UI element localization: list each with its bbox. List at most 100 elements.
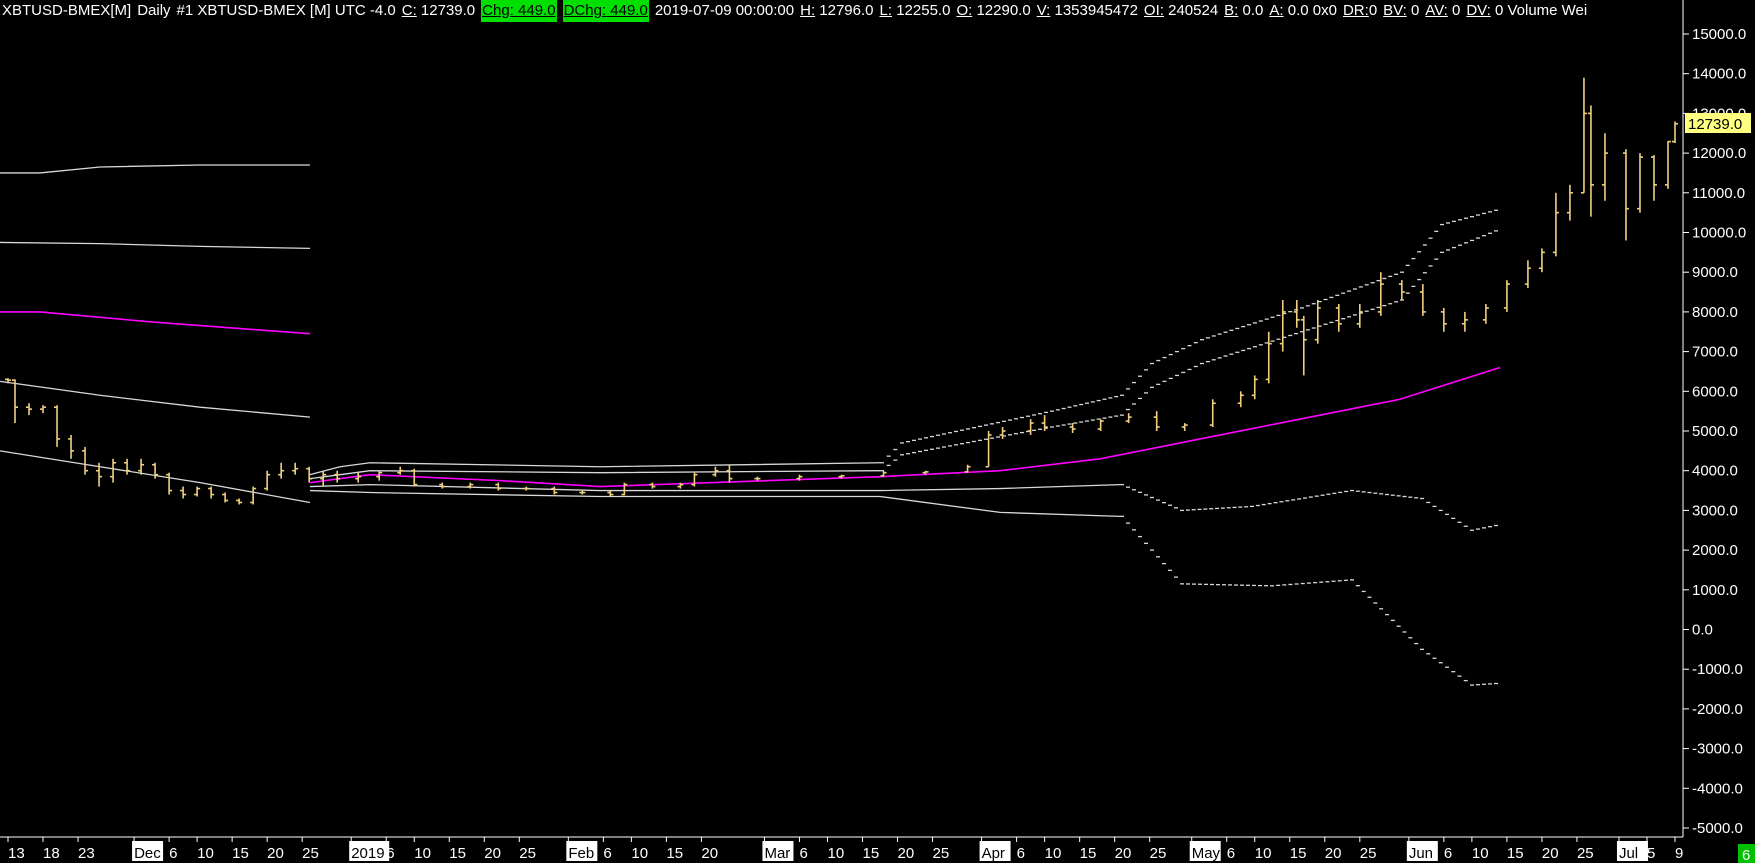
last-price-tag: 12739.0	[1685, 113, 1751, 133]
y-tick-label: 14000.0	[1692, 66, 1746, 83]
ohlc-bar	[68, 434, 75, 459]
last-price-tag-text: 12739.0	[1688, 116, 1742, 133]
x-tick-label: 23	[78, 845, 95, 862]
ohlc-bar	[1650, 155, 1657, 201]
ohlc-bar	[1027, 419, 1034, 435]
y-tick-label: 3000.0	[1692, 502, 1738, 519]
x-tick-label: 25	[1577, 845, 1594, 862]
x-tick-label: 6	[603, 845, 611, 862]
x-tick-label: 6	[1444, 845, 1452, 862]
ohlc-bar	[1552, 192, 1559, 257]
ohlc-bar	[355, 472, 362, 483]
ohlc-bar	[1265, 331, 1272, 384]
x-tick-label: 20	[701, 845, 718, 862]
x-tick-label: 20	[484, 845, 501, 862]
x-tick-label: 10	[1255, 845, 1272, 862]
ohlc-bar	[1279, 299, 1286, 352]
ohlc-bar	[1587, 105, 1594, 217]
x-tick-label: 2019	[351, 845, 384, 862]
left-band-line	[0, 241, 311, 250]
y-tick-label: 9000.0	[1692, 264, 1738, 281]
ohlc-bar	[1482, 303, 1489, 324]
ohlc-bar	[579, 490, 586, 495]
ohlc-bar	[1461, 311, 1468, 332]
x-tick-label: 10	[631, 845, 648, 862]
x-tick-label: 15	[1507, 845, 1524, 862]
y-tick-label: 15000.0	[1692, 26, 1746, 43]
x-tick-label: 15	[666, 845, 683, 862]
ohlc-bar	[1356, 303, 1363, 328]
x-tick-label: 13	[8, 845, 25, 862]
ohlc-bar	[1335, 303, 1342, 332]
ohlc-bar	[551, 486, 558, 495]
ohlc-bar	[334, 470, 341, 483]
ohlc-bar	[1293, 299, 1300, 328]
x-tick-label: 20	[267, 845, 284, 862]
ohlc-bar	[1181, 423, 1188, 431]
ohlc-bar	[1398, 280, 1405, 300]
x-tick-label: 20	[1115, 845, 1132, 862]
ohlc-bar	[236, 498, 243, 505]
ohlc-bar	[1538, 248, 1545, 273]
ohlc-bar	[278, 462, 285, 479]
x-tick-label: 20	[898, 845, 915, 862]
x-tick-label: Dec	[134, 845, 161, 862]
ohlc-bar	[54, 405, 61, 447]
x-tick-label: 10	[414, 845, 431, 862]
y-tick-label: 8000.0	[1692, 304, 1738, 321]
x-tick-label: 15	[232, 845, 249, 862]
x-tick-label: 10	[827, 845, 844, 862]
ohlc-bar	[1580, 77, 1587, 194]
ohlc-bar	[523, 486, 530, 491]
ohlc-bar	[1251, 375, 1258, 400]
y-tick-label: 2000.0	[1692, 542, 1738, 559]
ohlc-bar	[607, 490, 614, 497]
ohlc-bar	[1419, 284, 1426, 316]
ohlc-bar	[1153, 411, 1160, 431]
ohlc-bar	[1314, 299, 1321, 344]
ohlc-bar	[12, 379, 19, 424]
right-band-line	[309, 470, 881, 480]
y-tick-label: 4000.0	[1692, 463, 1738, 480]
left-band-line	[0, 380, 311, 418]
x-tick-label: Jun	[1409, 845, 1433, 862]
price-chart[interactable]: 15000.014000.013000.012000.011000.010000…	[0, 0, 1755, 863]
y-tick-label: -2000.0	[1692, 701, 1743, 718]
ohlc-bar	[691, 472, 698, 487]
y-tick-label: 0.0	[1692, 622, 1713, 639]
ohlc-bar	[250, 486, 257, 505]
x-tick-label: 5	[1647, 845, 1655, 862]
y-tick-label: 7000.0	[1692, 344, 1738, 361]
ohlc-bar	[999, 427, 1006, 439]
x-tick-label: 25	[933, 845, 950, 862]
y-tick-label: 11000.0	[1692, 185, 1745, 202]
x-tick-label: 25	[302, 845, 319, 862]
ohlc-bar	[222, 492, 229, 503]
x-tick-label: 15	[449, 845, 466, 862]
ohlc-bar	[726, 464, 733, 483]
ohlc-bar	[1566, 184, 1573, 221]
x-tick-label: Apr	[982, 845, 1005, 862]
x-tick-label: 10	[197, 845, 214, 862]
y-tick-label: -4000.0	[1692, 780, 1743, 797]
x-tick-label: 10	[1045, 845, 1062, 862]
corner-badge-text: 6	[1742, 847, 1750, 863]
x-tick-label: 18	[43, 845, 60, 862]
y-tick-label: 12000.0	[1692, 145, 1746, 162]
x-axis-ticks: 13 18 23 Dec 6 10 15 20 25 2019 6 10 15 20 25 Feb 6 10 15 2…	[7, 837, 1683, 862]
ohlc-bar	[194, 486, 201, 497]
x-tick-label: 25	[1360, 845, 1377, 862]
x-tick-label: 10	[1472, 845, 1489, 862]
left-midline	[0, 311, 311, 335]
x-tick-label: 20	[1325, 845, 1342, 862]
ohlc-bar	[1636, 153, 1643, 213]
price-bars-layer	[5, 77, 1678, 505]
y-tick-label: 10000.0	[1692, 225, 1746, 242]
ohlc-bar	[1672, 121, 1678, 143]
ohlc-bar	[264, 470, 271, 491]
x-tick-label: May	[1192, 845, 1221, 862]
x-tick-label: 6	[1227, 845, 1235, 862]
ohlc-bar	[1664, 140, 1671, 189]
ohlc-bar	[1209, 399, 1216, 428]
corner-badge: 6	[1738, 844, 1755, 863]
